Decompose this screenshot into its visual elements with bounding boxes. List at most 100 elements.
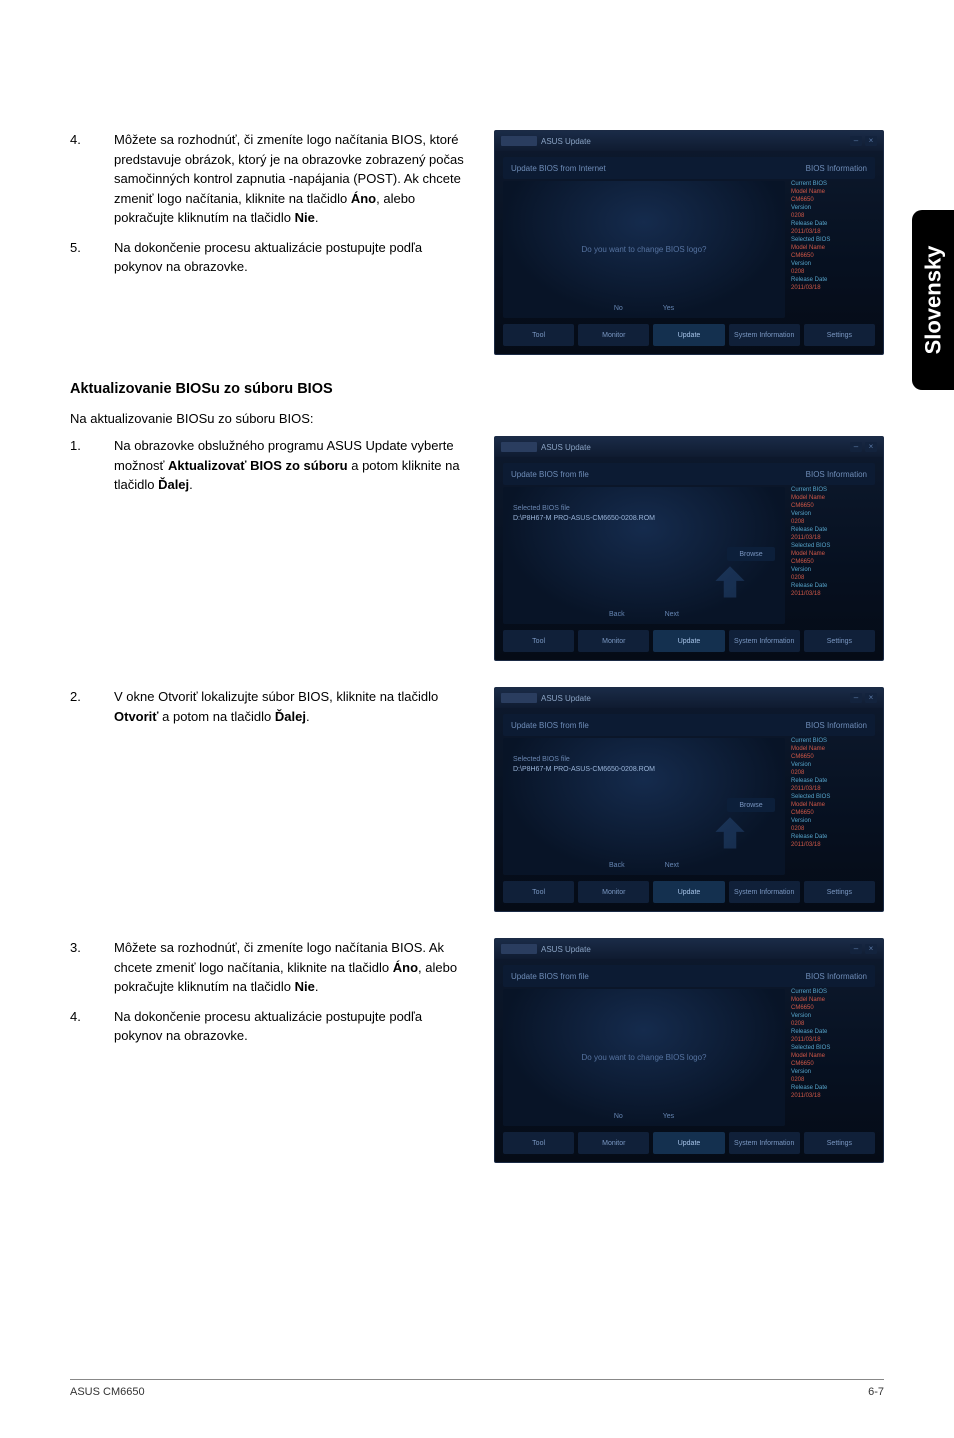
bottom-nav-button[interactable]: Monitor (578, 1132, 649, 1154)
dialog-nav-button[interactable]: Back (609, 611, 625, 618)
window-titlebar: ASUS Update–× (495, 131, 883, 151)
row-1: 4.Môžete sa rozhodnúť, či zmeníte logo n… (70, 130, 884, 355)
bios-info-line: Selected BIOS (791, 794, 875, 800)
bios-info-line: Current BIOS (791, 738, 875, 744)
bottom-nav-button[interactable]: System Information (729, 630, 800, 652)
browse-button[interactable]: Browse (727, 547, 775, 561)
bottom-nav-button[interactable]: Settings (804, 324, 875, 346)
window-title: ASUS Update (541, 694, 591, 703)
section2-text: 1.Na obrazovke obslužného programu ASUS … (70, 436, 470, 661)
bottom-nav: ToolMonitorUpdateSystem InformationSetti… (503, 881, 875, 903)
bottom-nav-button[interactable]: Settings (804, 1132, 875, 1154)
bottom-nav-button[interactable]: Tool (503, 324, 574, 346)
screenshot-3: ASUS Update –× Update BIOS from file BIOS I… (494, 687, 884, 912)
bottom-nav-button[interactable]: Update (653, 1132, 724, 1154)
bios-info-line: 0208 (791, 770, 875, 776)
bios-info-line: Model Name (791, 495, 875, 501)
bios-info-line: Release Date (791, 834, 875, 840)
bottom-nav-button[interactable]: System Information (729, 881, 800, 903)
footer-left: ASUS CM6650 (70, 1386, 145, 1398)
dialog-nav: Back Next (609, 862, 679, 869)
list-item-number: 5. (70, 238, 86, 277)
bottom-nav-button[interactable]: Monitor (578, 630, 649, 652)
dialog-nav-button[interactable]: Yes (663, 305, 674, 312)
bottom-nav-button[interactable]: Update (653, 881, 724, 903)
bottom-nav-button[interactable]: System Information (729, 1132, 800, 1154)
window-titlebar: ASUS Update –× (495, 688, 883, 708)
bios-info-line: Release Date (791, 527, 875, 533)
bios-info-line: Current BIOS (791, 487, 875, 493)
list-item-body: Môžete sa rozhodnúť, či zmeníte logo nač… (114, 938, 470, 997)
list-item-body: Na obrazovke obslužného programu ASUS Up… (114, 436, 470, 495)
bottom-nav-button[interactable]: Monitor (578, 324, 649, 346)
bios-info-line: Selected BIOS (791, 1045, 875, 1051)
window-main-panel: Selected BIOS fileD:\P8H67-M PRO-ASUS-CM… (503, 738, 785, 875)
bios-info-line: Model Name (791, 997, 875, 1003)
prompt-text: Do you want to change BIOS logo? (582, 1053, 707, 1062)
bios-info-line: CM6650 (791, 1061, 875, 1067)
bottom-nav-button[interactable]: Update (653, 324, 724, 346)
bios-info-line: CM6650 (791, 1005, 875, 1011)
bios-info-line: CM6650 (791, 559, 875, 565)
bios-info-line: Version (791, 762, 875, 768)
bottom-nav-button[interactable]: Settings (804, 630, 875, 652)
bottom-nav-button[interactable]: Settings (804, 881, 875, 903)
bios-info-panel: Current BIOSModel NameCM6650Version0208R… (791, 487, 875, 624)
subheader-left: Update BIOS from file (511, 721, 589, 730)
bottom-nav: ToolMonitorUpdateSystem InformationSetti… (503, 324, 875, 346)
list-item-number: 4. (70, 1007, 86, 1046)
bios-info-line: CM6650 (791, 253, 875, 259)
bottom-nav-button[interactable]: Monitor (578, 881, 649, 903)
bios-info-line: Version (791, 261, 875, 267)
subheader-right: BIOS Information (806, 721, 867, 730)
bottom-nav-button[interactable]: System Information (729, 324, 800, 346)
dialog-nav-button[interactable]: Next (665, 862, 679, 869)
section3-text: 2.V okne Otvoriť lokalizujte súbor BIOS,… (70, 687, 470, 912)
dialog-nav-button[interactable]: Back (609, 862, 625, 869)
bios-info-line: CM6650 (791, 197, 875, 203)
bios-info-line: Current BIOS (791, 181, 875, 187)
bios-info-panel: Current BIOSModel NameCM6650Version0208R… (791, 181, 875, 318)
browse-button[interactable]: Browse (727, 798, 775, 812)
bottom-nav-button[interactable]: Tool (503, 630, 574, 652)
close-icon[interactable]: × (865, 944, 877, 954)
minimize-icon[interactable]: – (850, 693, 862, 703)
bottom-nav-button[interactable]: Update (653, 630, 724, 652)
page-content: 4. Môžete sa rozhodnúť, či zmeníte logo n… (0, 0, 954, 1438)
file-path-value: D:\P8H67-M PRO-ASUS-CM6650-0208.ROM (513, 766, 775, 773)
close-icon[interactable]: × (865, 442, 877, 452)
bios-info-line: 2011/03/18 (791, 591, 875, 597)
minimize-icon[interactable]: – (850, 944, 862, 954)
subheader-left: Update BIOS from file (511, 972, 589, 981)
dialog-nav-button[interactable]: No (614, 1113, 623, 1120)
row-3: 2.V okne Otvoriť lokalizujte súbor BIOS,… (70, 687, 884, 912)
row-4: 3. Môžete sa rozhodnúť, či zmeníte logo n… (70, 938, 884, 1163)
dialog-nav: Back Next (609, 611, 679, 618)
list-item: 2.V okne Otvoriť lokalizujte súbor BIOS,… (70, 687, 470, 726)
window-subheader: Update BIOS from fileBIOS Information (503, 463, 875, 485)
window-main-panel: Do you want to change BIOS logo? No Yes (503, 989, 785, 1126)
bottom-nav-button[interactable]: Tool (503, 881, 574, 903)
dialog-nav-button[interactable]: Yes (663, 1113, 674, 1120)
window-main-panel: Do you want to change BIOS logo?NoYes (503, 181, 785, 318)
bios-info-line: Model Name (791, 189, 875, 195)
bios-info-line: Release Date (791, 277, 875, 283)
dialog-nav-button[interactable]: No (614, 305, 623, 312)
asus-logo (501, 136, 537, 146)
heading-update-from-file: Aktualizovanie BIOSu zo súboru BIOS (70, 381, 884, 397)
bios-info-line: Version (791, 1013, 875, 1019)
bios-info-line: CM6650 (791, 754, 875, 760)
bios-info-line: 0208 (791, 1077, 875, 1083)
bios-info-line: Release Date (791, 221, 875, 227)
list-item-number: 3. (70, 938, 86, 997)
dialog-nav-button[interactable]: Next (665, 611, 679, 618)
dialog-nav: No Yes (614, 1113, 674, 1120)
bottom-nav-button[interactable]: Tool (503, 1132, 574, 1154)
list-item-number: 2. (70, 687, 86, 726)
close-icon[interactable]: × (865, 693, 877, 703)
close-icon[interactable]: × (865, 136, 877, 146)
bios-info-line: Selected BIOS (791, 237, 875, 243)
bios-info-line: 2011/03/18 (791, 842, 875, 848)
minimize-icon[interactable]: – (850, 136, 862, 146)
minimize-icon[interactable]: – (850, 442, 862, 452)
